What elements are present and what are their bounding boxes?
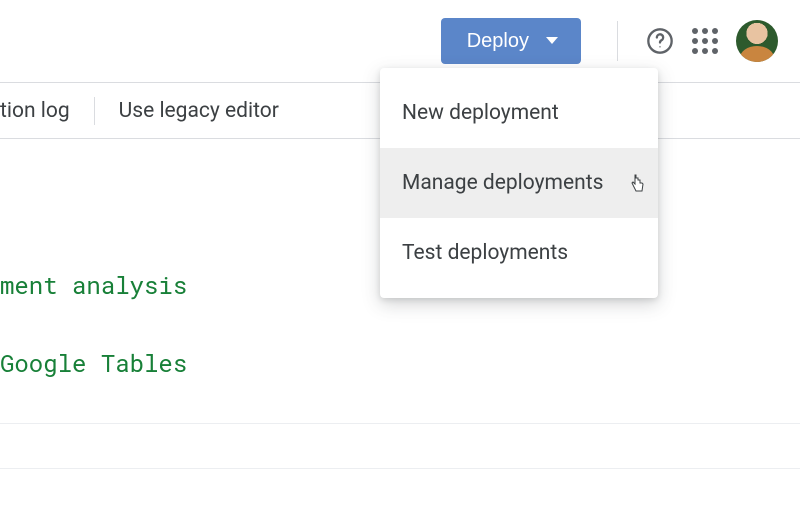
deploy-button-label: Deploy — [467, 30, 529, 53]
avatar[interactable] — [736, 20, 778, 62]
caret-down-icon — [545, 36, 559, 46]
divider — [617, 21, 618, 61]
menu-item-new-deployment[interactable]: New deployment — [380, 78, 658, 148]
apps-button[interactable] — [692, 28, 718, 54]
apps-icon-dot — [692, 28, 698, 34]
deploy-menu: New deployment Manage deployments Test d… — [380, 68, 658, 298]
menu-item-label: New deployment — [402, 101, 559, 125]
code-text: Google Tables — [0, 347, 800, 379]
help-icon — [646, 26, 674, 56]
pointer-cursor-icon — [630, 174, 646, 192]
menu-item-label: Manage deployments — [402, 171, 603, 195]
menu-item-label: Test deployments — [402, 241, 568, 265]
divider — [0, 423, 800, 424]
use-legacy-editor-link[interactable]: Use legacy editor — [95, 99, 303, 123]
menu-item-manage-deployments[interactable]: Manage deployments — [380, 148, 658, 218]
execution-log-tab[interactable]: tion log — [0, 99, 94, 123]
deploy-button[interactable]: Deploy — [441, 18, 581, 64]
divider — [0, 468, 800, 469]
menu-item-test-deployments[interactable]: Test deployments — [380, 218, 658, 288]
help-button[interactable] — [646, 27, 674, 55]
editor-area: ment analysis Google Tables — [0, 269, 800, 469]
